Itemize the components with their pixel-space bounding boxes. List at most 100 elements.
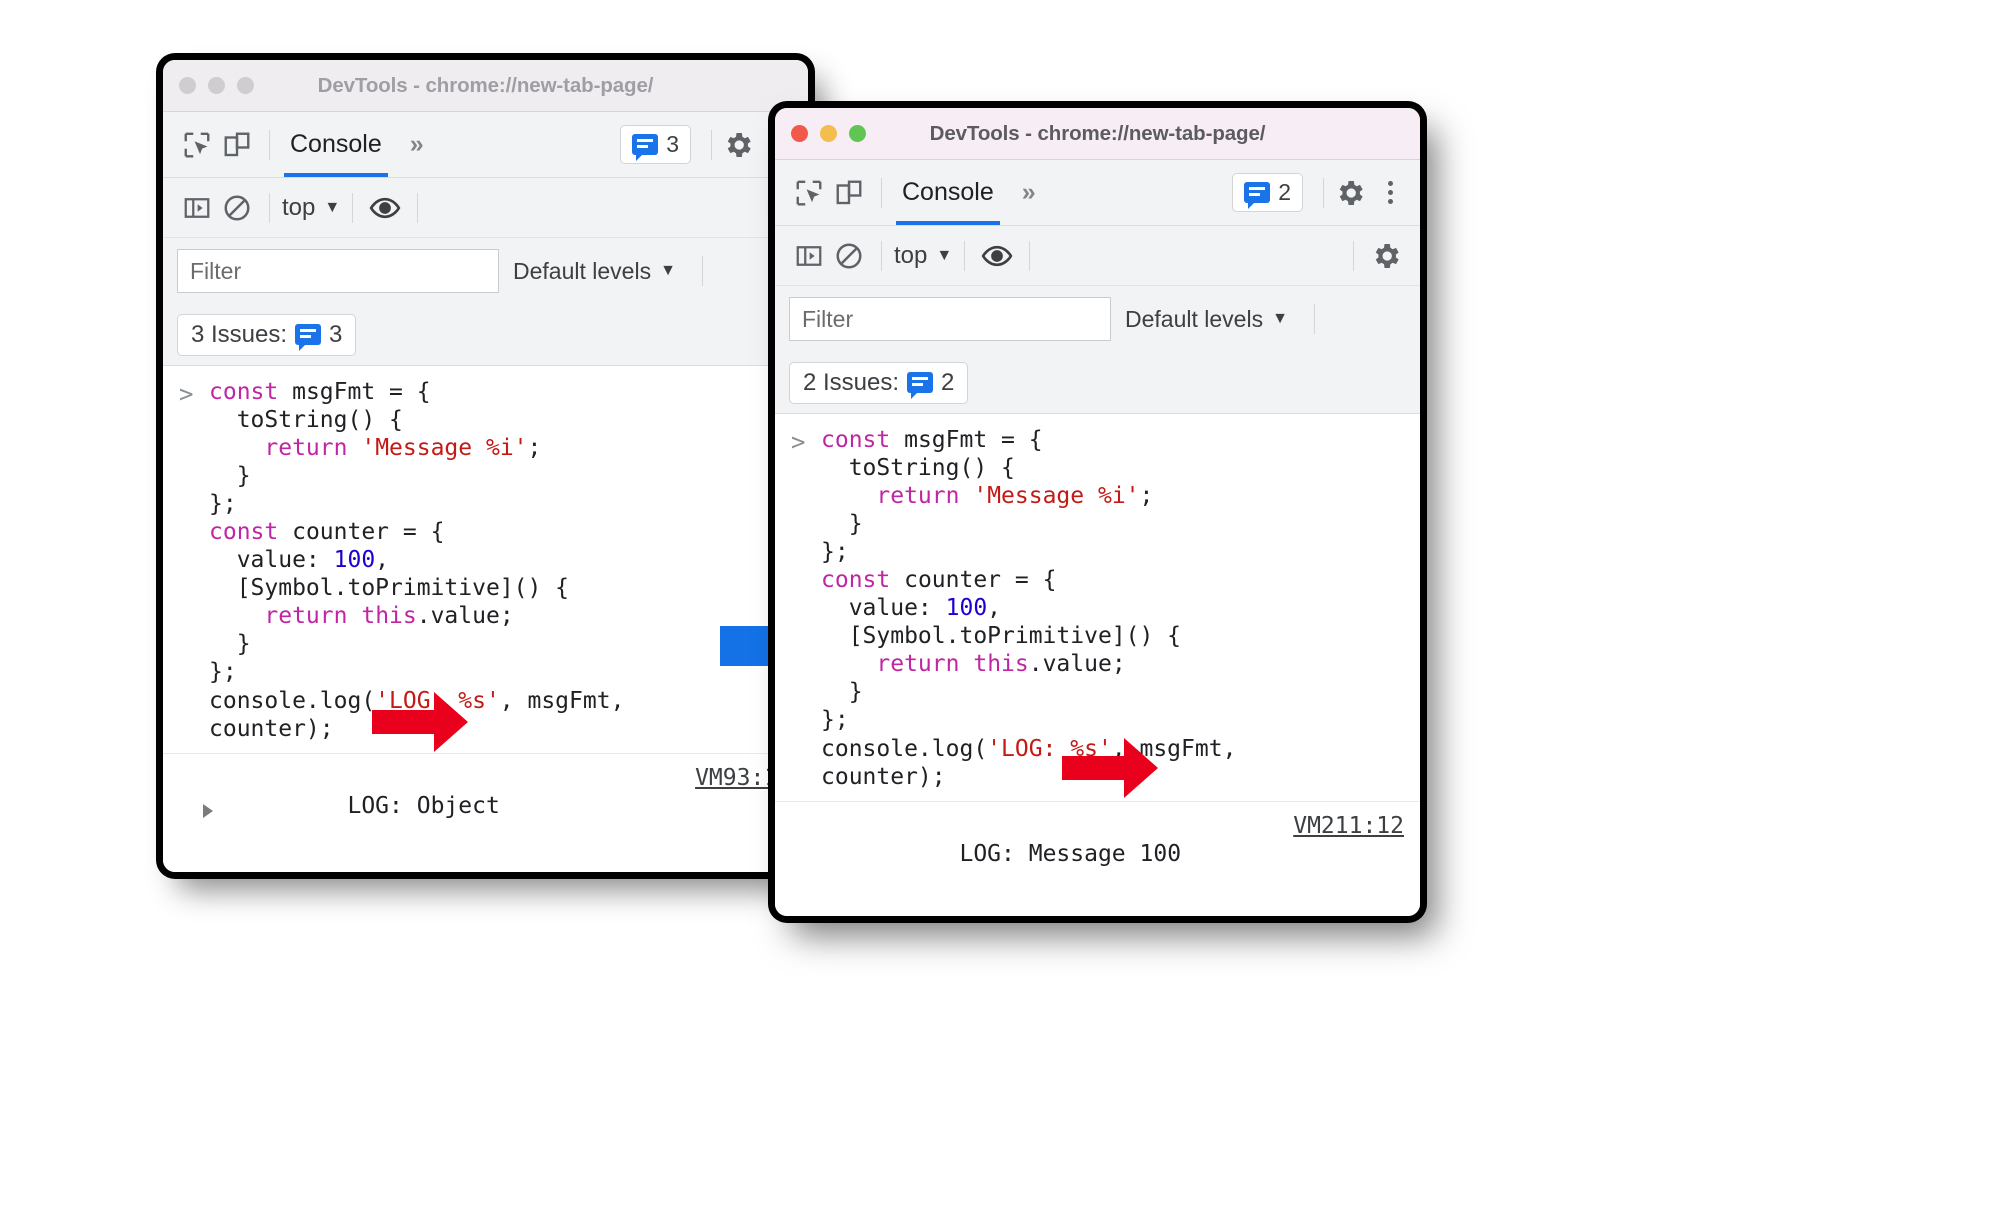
issues-summary-label: 2 Issues: — [803, 368, 900, 396]
filter-divider — [1313, 304, 1315, 334]
filter-divider — [701, 256, 703, 286]
inspect-element-icon[interactable] — [177, 125, 217, 165]
execution-context-selector[interactable]: top ▼ — [282, 194, 340, 222]
chevron-down-icon: ▼ — [1272, 310, 1288, 327]
front-tabstrip: Console » 2 — [775, 160, 1420, 226]
issues-summary-label: 3 Issues: — [191, 320, 288, 348]
log-levels-dropdown[interactable]: Default levels ▼ — [513, 258, 676, 285]
more-tabs-icon[interactable]: » — [1022, 178, 1036, 207]
front-traffic-lights[interactable] — [775, 125, 866, 142]
kebab-menu-icon[interactable] — [1370, 173, 1410, 213]
toolbar-divider-2 — [711, 129, 712, 160]
clear-console-icon[interactable] — [829, 236, 869, 276]
console-toolbar-divider-2 — [352, 192, 354, 223]
log-levels-dropdown[interactable]: Default levels ▼ — [1125, 306, 1288, 333]
back-window-titlebar: DevTools - chrome://new-tab-page/ — [163, 60, 808, 112]
zoom-button[interactable] — [237, 77, 254, 94]
device-toolbar-icon[interactable] — [829, 173, 869, 213]
back-tabstrip: Console » 3 — [163, 112, 808, 178]
tab-console[interactable]: Console — [894, 160, 1002, 225]
zoom-button[interactable] — [849, 125, 866, 142]
issues-speech-icon — [632, 134, 659, 161]
console-sidebar-icon[interactable] — [789, 236, 829, 276]
console-toolbar-divider — [881, 240, 882, 271]
filter-input[interactable]: Filter — [789, 297, 1111, 341]
issues-speech-icon — [1244, 182, 1271, 209]
callout-arrow-back — [370, 690, 470, 759]
input-chevron-icon: > — [179, 380, 194, 408]
issues-badge-toolbar[interactable]: 3 — [620, 125, 691, 164]
toolbar-divider — [269, 129, 270, 160]
filter-placeholder: Filter — [190, 257, 242, 284]
tab-console-label: Console — [902, 178, 994, 206]
console-log-text: LOG: Object — [347, 792, 500, 819]
front-console-toolbar: top ▼ — [775, 226, 1420, 286]
console-toolbar-divider-4 — [1353, 240, 1354, 271]
console-sidebar-icon[interactable] — [177, 188, 217, 228]
front-issues-bar: 2 Issues: 2 — [775, 352, 1420, 414]
filter-input[interactable]: Filter — [177, 249, 499, 293]
console-toolbar-divider-3 — [1029, 240, 1031, 271]
issues-summary-chip[interactable]: 2 Issues: 2 — [789, 361, 969, 404]
expand-triangle-icon[interactable] — [203, 803, 213, 818]
filter-placeholder: Filter — [802, 305, 854, 332]
log-levels-label: Default levels — [1125, 305, 1264, 332]
chevron-down-icon: ▼ — [324, 198, 341, 216]
issues-summary-chip[interactable]: 3 Issues: 3 — [177, 313, 357, 356]
console-toolbar-divider-2 — [964, 240, 966, 271]
console-log-text: LOG: Message 100 — [959, 840, 1182, 867]
issues-speech-icon — [907, 372, 934, 399]
toolbar-divider — [881, 177, 882, 208]
front-filter-row: Filter Default levels ▼ — [775, 286, 1420, 352]
console-source-link[interactable]: VM211:12 — [1293, 812, 1404, 840]
screenshot-stage: DevTools - chrome://new-tab-page/ Consol… — [0, 0, 2000, 1224]
issues-badge-count: 3 — [666, 131, 679, 157]
back-issues-bar: 3 Issues: 3 — [163, 304, 808, 366]
tab-console-label: Console — [290, 130, 382, 158]
minimize-button[interactable] — [820, 125, 837, 142]
gear-icon[interactable] — [718, 125, 758, 165]
issues-speech-icon — [295, 324, 322, 351]
clear-console-icon[interactable] — [217, 188, 257, 228]
live-expression-icon[interactable] — [977, 236, 1017, 276]
inspect-element-icon[interactable] — [789, 173, 829, 213]
front-window-titlebar: DevTools - chrome://new-tab-page/ — [775, 108, 1420, 160]
back-console-body[interactable]: > const msgFmt = { toString() { return '… — [163, 366, 808, 872]
issues-summary-count: 3 — [329, 320, 343, 348]
issues-badge-count: 2 — [1278, 179, 1291, 205]
toolbar-divider-2 — [1323, 177, 1324, 208]
console-log-row[interactable]: LOG: Object VM93:12 {value: 100, Symbol(… — [163, 752, 808, 872]
execution-context-selector[interactable]: top ▼ — [894, 242, 952, 270]
tab-active-underline — [284, 173, 388, 177]
more-tabs-icon[interactable]: » — [410, 130, 424, 159]
front-window-title: DevTools - chrome://new-tab-page/ — [929, 121, 1266, 145]
input-chevron-icon: > — [791, 428, 806, 456]
tab-console[interactable]: Console — [282, 112, 390, 177]
back-window-title: DevTools - chrome://new-tab-page/ — [317, 73, 654, 97]
execution-context-label: top — [894, 241, 928, 269]
issues-badge-toolbar[interactable]: 2 — [1232, 173, 1303, 212]
minimize-button[interactable] — [208, 77, 225, 94]
console-log-row[interactable]: LOG: Message 100 VM211:12 — [775, 800, 1420, 916]
tab-active-underline — [896, 221, 1000, 225]
live-expression-icon[interactable] — [365, 188, 405, 228]
chevron-down-icon: ▼ — [660, 262, 676, 279]
chevron-down-icon: ▼ — [936, 246, 953, 264]
devtools-window-before[interactable]: DevTools - chrome://new-tab-page/ Consol… — [163, 60, 808, 872]
execution-context-label: top — [282, 193, 316, 221]
front-console-body[interactable]: > const msgFmt = { toString() { return '… — [775, 414, 1420, 916]
console-settings-gear-icon[interactable] — [1366, 236, 1406, 276]
gear-icon[interactable] — [1330, 173, 1370, 213]
callout-arrow-front — [1060, 736, 1160, 805]
device-toolbar-icon[interactable] — [217, 125, 257, 165]
close-button[interactable] — [791, 125, 808, 142]
issues-summary-count: 2 — [941, 368, 955, 396]
log-levels-label: Default levels — [513, 257, 652, 284]
back-console-toolbar: top ▼ — [163, 178, 808, 238]
console-code-block: const msgFmt = { toString() { return 'Me… — [209, 379, 625, 742]
close-button[interactable] — [179, 77, 196, 94]
console-toolbar-divider — [269, 192, 270, 223]
console-toolbar-divider-3 — [417, 192, 419, 223]
back-filter-row: Filter Default levels ▼ — [163, 238, 808, 304]
back-traffic-lights[interactable] — [163, 77, 254, 94]
